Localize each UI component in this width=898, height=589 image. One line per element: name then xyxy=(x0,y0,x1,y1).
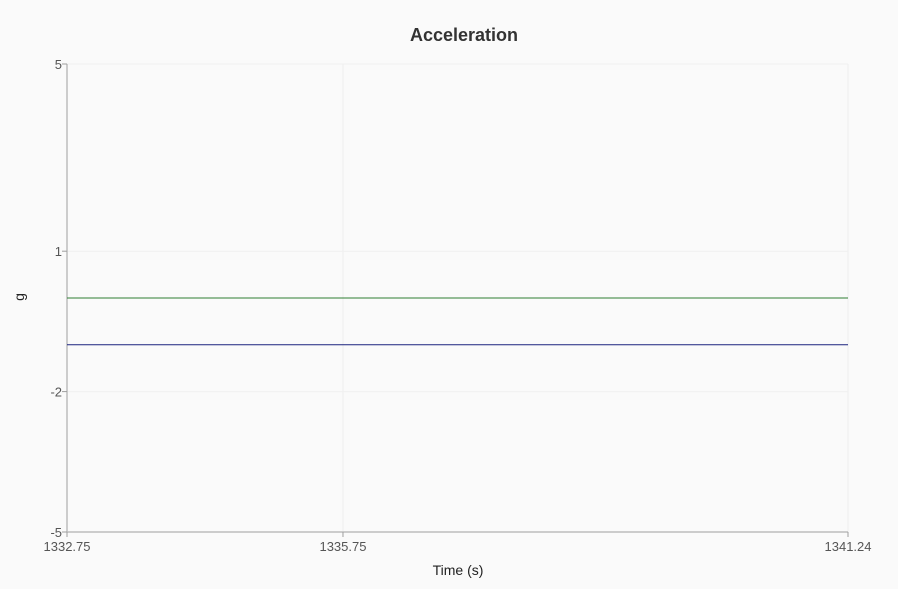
acceleration-chart: Acceleration 5 1 -2 -51332.75 1335.75 1341.24… xyxy=(11,25,872,578)
y-tick-label-0: 5 xyxy=(55,57,62,72)
tick-labels: 5 1 -2 -51332.75 1335.75 1341.24 xyxy=(44,57,872,554)
x-axis-title: Time (s) xyxy=(433,562,484,578)
y-tick-label-1: 1 xyxy=(55,244,62,259)
y-tick-label-2: -2 xyxy=(50,385,62,400)
chart-title: Acceleration xyxy=(410,25,518,45)
chart-container: Acceleration 5 1 -2 -5 1332.75 1335.75 1341.24… xyxy=(0,0,898,589)
x-tick-label-0: 1332.75 xyxy=(44,539,91,554)
series-lines xyxy=(67,297,848,346)
x-tick-label-1: 1335.75 xyxy=(319,539,366,554)
x-tick-label-2: 1341.24 xyxy=(825,539,872,554)
axes xyxy=(62,63,849,537)
y-axis-title: g xyxy=(11,293,27,301)
y-tick-label-3: -5 xyxy=(50,525,62,540)
